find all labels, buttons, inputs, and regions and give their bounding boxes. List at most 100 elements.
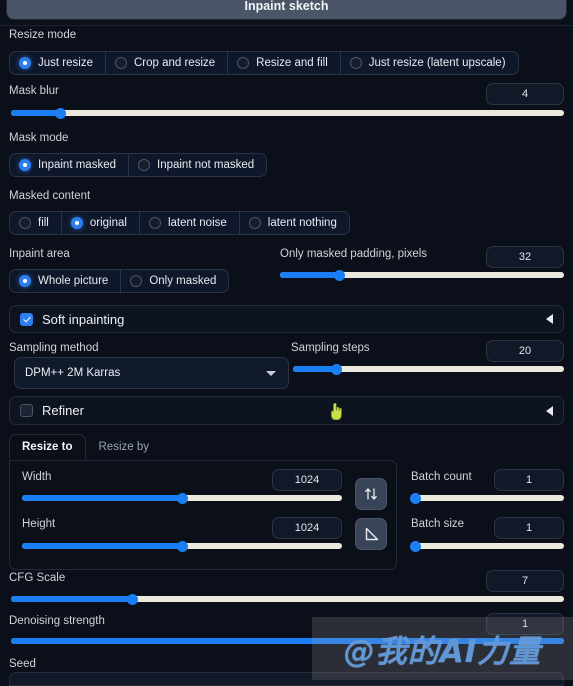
radio-just-resize[interactable]: Just resize bbox=[10, 52, 106, 74]
slider-fill bbox=[22, 495, 182, 501]
radio-indicator-icon bbox=[19, 217, 31, 229]
mask-blur-value-input[interactable]: 4 bbox=[486, 83, 564, 105]
cfg-scale-value-input[interactable]: 7 bbox=[486, 570, 564, 592]
radio-indicator-icon bbox=[248, 217, 261, 229]
radio-latent-nothing[interactable]: latent nothing bbox=[239, 212, 349, 234]
cfg-scale-label: CFG Scale bbox=[9, 572, 66, 584]
slider-fill bbox=[293, 366, 337, 372]
inpaint-area-radio-group[interactable]: Whole picture Only masked bbox=[9, 269, 230, 293]
radio-label: fill bbox=[38, 217, 49, 229]
radio-label: Inpaint not masked bbox=[157, 159, 255, 171]
radio-crop-and-resize[interactable]: Crop and resize bbox=[105, 52, 229, 74]
inpaint-sketch-tab-panel[interactable]: Inpaint sketch bbox=[6, 0, 567, 20]
width-label: Width bbox=[22, 471, 52, 483]
slider-thumb[interactable] bbox=[176, 540, 188, 552]
seed-input[interactable] bbox=[9, 672, 564, 686]
inpaint-area-label: Inpaint area bbox=[9, 248, 70, 260]
refiner-accordion[interactable]: Refiner bbox=[9, 396, 564, 425]
mask-mode-radio-group[interactable]: Inpaint masked Inpaint not masked bbox=[9, 153, 268, 177]
cfg-scale-slider[interactable] bbox=[11, 593, 564, 605]
seed-label: Seed bbox=[9, 658, 36, 670]
radio-indicator-icon bbox=[19, 159, 31, 171]
resize-mode-radio-group[interactable]: Just resize Crop and resize Resize and f… bbox=[9, 51, 519, 75]
radio-whole-picture[interactable]: Whole picture bbox=[10, 270, 122, 292]
radio-just-resize-latent-upscale[interactable]: Just resize (latent upscale) bbox=[340, 52, 518, 74]
chevron-left-icon[interactable] bbox=[546, 314, 553, 324]
slider-thumb[interactable] bbox=[55, 107, 67, 119]
radio-label: Whole picture bbox=[38, 275, 109, 287]
radio-label: latent nothing bbox=[267, 217, 337, 229]
refiner-title: Refiner bbox=[42, 403, 84, 418]
radio-fill[interactable]: fill bbox=[10, 212, 62, 234]
batch-size-label: Batch size bbox=[411, 518, 465, 530]
batch-count-value-input[interactable]: 1 bbox=[494, 469, 564, 491]
slider-thumb[interactable] bbox=[410, 540, 422, 552]
aspect-ratio-icon bbox=[365, 527, 379, 541]
slider-thumb[interactable] bbox=[330, 363, 342, 375]
width-slider[interactable] bbox=[22, 492, 342, 504]
radio-inpaint-not-masked[interactable]: Inpaint not masked bbox=[129, 154, 267, 176]
sampling-method-dropdown[interactable]: DPM++ 2M Karras bbox=[14, 357, 289, 389]
slider-thumb[interactable] bbox=[127, 593, 139, 605]
soft-inpainting-title: Soft inpainting bbox=[42, 311, 125, 327]
chevron-left-icon[interactable] bbox=[546, 405, 553, 416]
resize-mode-label: Resize mode bbox=[9, 29, 77, 41]
refiner-checkbox[interactable] bbox=[20, 404, 33, 417]
radio-label: Just resize bbox=[38, 57, 93, 69]
height-label: Height bbox=[22, 518, 56, 530]
radio-indicator-icon bbox=[237, 57, 250, 69]
sampling-method-value: DPM++ 2M Karras bbox=[25, 367, 121, 379]
chevron-down-icon[interactable] bbox=[266, 371, 276, 376]
sampling-steps-value-input[interactable]: 20 bbox=[486, 340, 564, 362]
slider-fill bbox=[22, 543, 182, 549]
batch-size-slider[interactable] bbox=[410, 540, 564, 552]
radio-indicator-icon bbox=[349, 57, 362, 69]
mask-blur-slider[interactable] bbox=[11, 107, 564, 119]
only-masked-padding-value-input[interactable]: 32 bbox=[486, 246, 564, 268]
radio-label: Crop and resize bbox=[133, 57, 216, 69]
masked-content-label: Masked content bbox=[9, 190, 91, 202]
slider-thumb[interactable] bbox=[334, 269, 346, 281]
radio-only-masked[interactable]: Only masked bbox=[121, 270, 229, 292]
denoising-strength-value-input[interactable]: 1 bbox=[486, 613, 564, 635]
width-value-input[interactable]: 1024 bbox=[272, 469, 342, 491]
sampling-steps-label: Sampling steps bbox=[291, 342, 370, 354]
soft-inpainting-checkbox[interactable] bbox=[20, 312, 33, 326]
radio-label: Inpaint masked bbox=[38, 159, 116, 171]
radio-indicator-icon bbox=[70, 217, 83, 229]
soft-inpainting-accordion[interactable]: Soft inpainting bbox=[9, 305, 564, 333]
aspect-ratio-button[interactable] bbox=[355, 518, 387, 550]
radio-label: Just resize (latent upscale) bbox=[368, 57, 506, 69]
slider-fill bbox=[11, 638, 564, 644]
height-value-input[interactable]: 1024 bbox=[272, 517, 342, 539]
batch-size-value-input[interactable]: 1 bbox=[494, 517, 564, 539]
radio-indicator-icon bbox=[19, 57, 31, 69]
denoising-strength-slider[interactable] bbox=[11, 638, 564, 644]
batch-count-label: Batch count bbox=[411, 471, 472, 483]
section-divider bbox=[0, 25, 573, 26]
radio-label: original bbox=[89, 217, 127, 229]
radio-original[interactable]: original bbox=[61, 212, 140, 234]
resize-panel-tabs[interactable]: Resize to Resize by bbox=[9, 434, 162, 459]
tab-resize-by[interactable]: Resize by bbox=[86, 434, 163, 459]
radio-label: latent noise bbox=[167, 217, 227, 229]
radio-inpaint-masked[interactable]: Inpaint masked bbox=[10, 154, 129, 176]
radio-indicator-icon bbox=[148, 217, 161, 229]
swap-dimensions-button[interactable] bbox=[355, 478, 387, 510]
radio-indicator-icon bbox=[114, 57, 127, 69]
batch-count-slider[interactable] bbox=[410, 492, 564, 504]
radio-latent-noise[interactable]: latent noise bbox=[139, 212, 240, 234]
height-slider[interactable] bbox=[22, 540, 342, 552]
only-masked-padding-label: Only masked padding, pixels bbox=[280, 248, 428, 260]
radio-resize-and-fill[interactable]: Resize and fill bbox=[228, 52, 341, 74]
radio-indicator-icon bbox=[138, 159, 150, 171]
tab-resize-to[interactable]: Resize to bbox=[9, 434, 86, 459]
slider-thumb[interactable] bbox=[176, 492, 188, 504]
mask-blur-label: Mask blur bbox=[9, 85, 59, 97]
masked-content-radio-group[interactable]: fill original latent noise latent nothin… bbox=[9, 211, 350, 235]
only-masked-padding-slider[interactable] bbox=[280, 269, 564, 281]
sampling-method-label: Sampling method bbox=[9, 342, 99, 354]
sampling-steps-slider[interactable] bbox=[293, 363, 564, 375]
slider-thumb[interactable] bbox=[410, 492, 422, 504]
radio-label: Resize and fill bbox=[256, 57, 328, 69]
